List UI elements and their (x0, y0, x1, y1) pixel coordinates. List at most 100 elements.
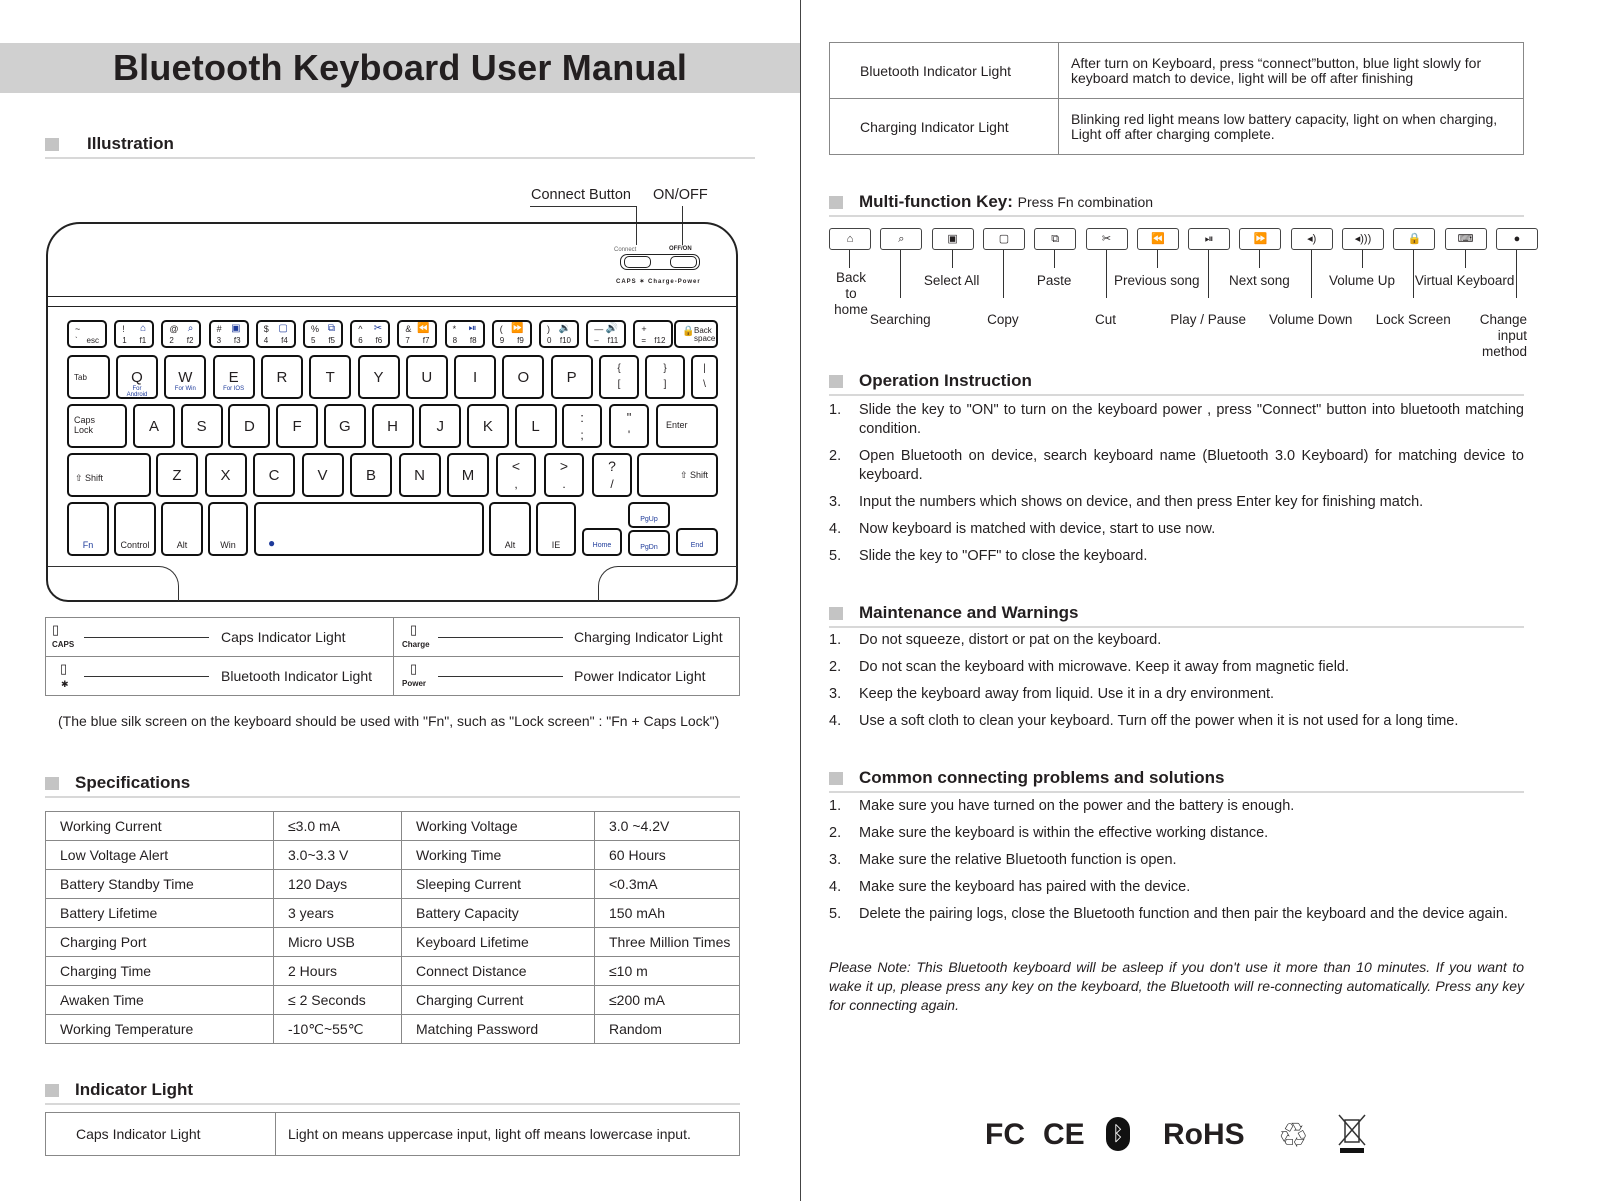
list-item: 2. Open Bluetooth on device, search keybo… (829, 447, 1524, 485)
key-letter: H (387, 418, 398, 435)
list-text: Keep the keyboard away from liquid. Use … (859, 686, 1275, 702)
virtual-keyboard-icon: ⌨ (1457, 233, 1474, 245)
table-row: Awaken Time ≤ 2 Seconds Charging Current ≤2… (45, 985, 740, 1015)
spec-value: 3.0 ~4.2V (594, 811, 740, 841)
key-b: B (350, 453, 392, 497)
key-fn-label: f8 (469, 336, 477, 345)
list-item: 5. Slide the key to "OFF" to close the ke… (829, 547, 1524, 566)
keyboard-foot-right (598, 566, 737, 601)
connect-label: Connect (614, 247, 637, 253)
caps-lock-key: Caps Lock (67, 404, 127, 448)
spec-value: -10℃~55℃ (273, 1014, 402, 1044)
key-letter: Z (172, 467, 182, 484)
key-bottom-symbol: 9 (499, 336, 505, 345)
section-title: Common connecting problems and solutions (859, 768, 1225, 787)
pgup-key: PgUp (628, 502, 670, 528)
connect-button[interactable] (624, 256, 651, 268)
key-letter: L (531, 418, 540, 435)
key-t: T (309, 355, 352, 399)
callout-line (1464, 250, 1466, 268)
spec-label: Charging Time (45, 956, 274, 986)
spec-value: Three Million Times (594, 927, 740, 957)
shift-label: ⇧ Shift (75, 473, 104, 483)
key-j: J (419, 404, 462, 448)
page-title: Bluetooth Keyboard User Manual (112, 47, 688, 88)
list-item: 2. Do not scan the keyboard with microwav… (829, 658, 1524, 677)
section-specifications: Specifications (45, 773, 740, 798)
callout-line (1362, 250, 1363, 268)
function-label: Change input method (1479, 312, 1527, 359)
key-bottom-symbol: , (514, 477, 518, 491)
list-item: 2. Make sure the keyboard is within the e… (829, 824, 1524, 843)
spec-label: Awaken Time (45, 985, 274, 1015)
list-text: Now keyboard is matched with device, sta… (859, 521, 1216, 537)
key-c: C (253, 453, 295, 497)
shift-text: Shift (689, 470, 708, 480)
callout-line (951, 250, 953, 268)
shift-label: ⇧ Shift (679, 470, 708, 480)
spec-value: ≤3.0 mA (273, 811, 402, 841)
key-top-symbol: ? (608, 458, 616, 474)
key-top-symbol: | (703, 363, 706, 374)
key-bottom-symbol: ; (580, 428, 584, 442)
list-item: 4. Now keyboard is matched with device, s… (829, 520, 1524, 539)
list-text: Input the numbers which shows on device,… (859, 494, 1424, 510)
spec-value: 60 Hours (594, 840, 740, 870)
legend-code: ✱ (61, 679, 69, 689)
key-bottom-symbol: 3 (216, 336, 222, 345)
led-icon: ▯ (410, 622, 418, 637)
sleep-note: Please Note: This Bluetooth keyboard wil… (829, 959, 1524, 1013)
key-letter: P (566, 369, 577, 386)
function-label: Virtual Keyboard (1414, 273, 1515, 288)
section-subtitle: Press Fn combination (1017, 194, 1154, 210)
section-marker-icon (45, 1084, 59, 1097)
fcc-logo: FC (985, 1118, 1025, 1151)
list-item: 1. Slide the key to "ON" to turn on the k… (829, 401, 1524, 439)
key-e: E For IOS (212, 355, 255, 399)
section-marker-icon (45, 777, 59, 790)
cut-icon: ✂ (1101, 233, 1112, 245)
spec-label: Sleeping Current (401, 869, 595, 899)
key-row1: ! 1 f1 ⌂ (114, 320, 155, 348)
section-marker-icon (829, 375, 843, 388)
power-switch[interactable] (670, 256, 697, 268)
key-top-symbol: " (626, 410, 632, 425)
key-y: Y (357, 355, 400, 399)
function-label: Volume Up (1328, 273, 1396, 288)
key-letter: R (276, 369, 288, 386)
key-letter: I (473, 369, 478, 386)
legend-label: Bluetooth Indicator Light (221, 668, 372, 684)
function-label: Copy (987, 312, 1019, 327)
key-top-symbol: ) (547, 324, 550, 334)
volume-up-key: ◂))) (1342, 228, 1384, 250)
keyboard-line (48, 296, 736, 297)
key-fn-icon: ⌂ (140, 323, 147, 334)
key-w: W For Win (164, 355, 207, 399)
key-f: F (276, 404, 319, 448)
key-letter: T (325, 369, 335, 386)
legend-line (438, 676, 563, 677)
key-top-symbol: } (663, 363, 667, 374)
legend-code: Charge (402, 640, 430, 649)
paste-icon: ⧉ (1051, 233, 1060, 245)
connect-button-callout: Connect Button (531, 187, 631, 203)
key-label: Control (120, 540, 150, 550)
led-icon: ▯ (52, 622, 60, 637)
table-row: Bluetooth Indicator Light After turn on … (829, 42, 1524, 99)
callout-line (1515, 250, 1517, 298)
table-row: Working Temperature -10℃~55℃ Matching Pass… (45, 1014, 740, 1044)
list-number: 3. (829, 852, 842, 868)
key-letter: X (220, 467, 231, 484)
key-label: IE (551, 540, 561, 550)
list-number: 1. (829, 632, 842, 648)
spec-value: Micro USB (273, 927, 402, 957)
maintenance-list: 1. Do not squeeze, distort or pat on the … (829, 631, 1524, 739)
function-label: Volume Down (1269, 312, 1353, 327)
key-row1: % 5 f5 ⧉ (303, 320, 343, 348)
key-bottom-symbol: 2 (169, 336, 174, 345)
list-text: Do not scan the keyboard with microwave.… (859, 659, 1350, 675)
key-row1: + = f12 (633, 320, 674, 348)
key-h: H (371, 404, 414, 448)
page-divider (800, 0, 801, 1201)
key-bottom-symbol: 5 (311, 336, 316, 345)
